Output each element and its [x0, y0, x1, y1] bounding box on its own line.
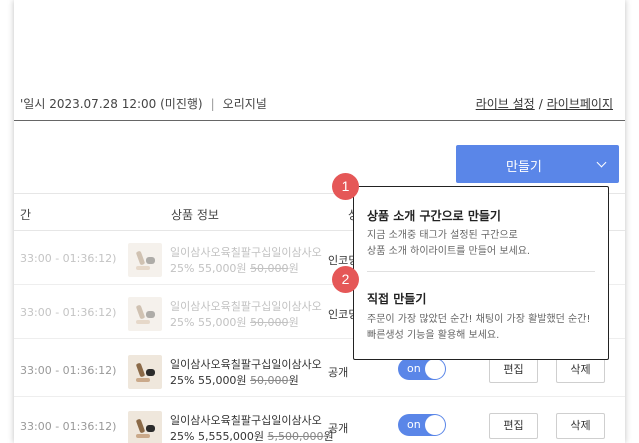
links-separator: /	[538, 97, 543, 111]
broadcast-info: '일시 2023.07.28 12:00 (미진행) | 오리지널	[20, 95, 267, 112]
product-name: 일이삼사오육칠팔구십일이삼사오	[170, 414, 322, 427]
live-detail-panel: '일시 2023.07.28 12:00 (미진행) | 오리지널 라이브 설정 / 라…	[14, 0, 625, 443]
product-price: 25% 5,555,000원 5,500,000원	[170, 430, 334, 443]
section-time: 33:00 - 01:36:12)	[20, 420, 117, 433]
column-header-product: 상품 정보	[171, 208, 219, 222]
toggle-label: on	[407, 418, 421, 431]
make-dropdown-button[interactable]: 만들기	[456, 145, 619, 183]
status-text: 공개	[328, 422, 349, 435]
step-badge-2: 2	[332, 266, 359, 293]
toggle-label: on	[407, 362, 421, 375]
column-header-section: 간	[20, 208, 32, 222]
live-settings-link[interactable]: 라이브 설정	[476, 97, 535, 111]
table-row: 33:00 - 01:36:12) 일이삼사오육칠팔구십일이삼사오 25% 5,…	[14, 398, 625, 443]
option-make-from-product-section[interactable]: 상품 소개 구간으로 만들기 지금 소개중 태그가 설정된 구간으로 상품 소개…	[354, 187, 608, 271]
option-desc-line1: 주문이 가장 많았던 순간! 채팅이 가장 활발했던 순간!	[367, 314, 591, 325]
live-page-link[interactable]: 라이브페이지	[547, 97, 613, 111]
chevron-down-icon	[596, 157, 607, 168]
info-separator: |	[210, 97, 215, 111]
section-time: 33:00 - 01:36:12)	[20, 306, 117, 319]
product-name: 일이삼사오육칠팔구십일이삼사오	[170, 358, 322, 371]
status-text: 공개	[328, 366, 349, 379]
step-badge-1: 1	[332, 173, 359, 200]
product-thumbnail	[128, 243, 162, 277]
visibility-toggle[interactable]: on	[398, 414, 446, 436]
original-price: 50,000	[250, 262, 289, 275]
option-title: 상품 소개 구간으로 만들기	[367, 209, 501, 223]
product-price: 25% 55,000원 50,000원	[170, 374, 299, 387]
make-button-label: 만들기	[506, 160, 542, 175]
product-name: 일이삼사오육칠팔구십일이삼사오	[170, 246, 322, 259]
toggle-knob	[425, 415, 445, 435]
delete-button[interactable]: 삭제	[556, 357, 605, 383]
product-price: 25% 55,000원 50,000원	[170, 316, 299, 329]
product-thumbnail	[128, 355, 162, 389]
product-name: 일이삼사오육칠팔구십일이삼사오	[170, 300, 322, 313]
live-links: 라이브 설정 / 라이브페이지	[476, 95, 613, 112]
original-price: 50,000	[250, 316, 289, 329]
option-title: 직접 만들기	[367, 292, 427, 306]
header-divider	[14, 120, 625, 121]
option-desc-line2: 빠른생성 기능을 활용해 보세요.	[367, 330, 500, 341]
product-price: 25% 55,000원 50,000원	[170, 262, 299, 275]
edit-button[interactable]: 편집	[489, 413, 538, 439]
visibility-toggle[interactable]: on	[398, 358, 446, 380]
original-price: 5,500,000	[267, 430, 324, 443]
make-options-dropdown: 상품 소개 구간으로 만들기 지금 소개중 태그가 설정된 구간으로 상품 소개…	[353, 186, 609, 360]
product-thumbnail	[128, 297, 162, 331]
option-desc-line2: 상품 소개 하이라이트를 만들어 보세요.	[367, 246, 531, 257]
option-make-manually[interactable]: 직접 만들기 주문이 가장 많았던 순간! 채팅이 가장 활발했던 순간! 빠른…	[354, 272, 608, 358]
original-price: 50,000	[250, 374, 289, 387]
delete-button[interactable]: 삭제	[556, 413, 605, 439]
toggle-knob	[425, 359, 445, 379]
broadcast-type: 오리지널	[222, 97, 267, 111]
section-time: 33:00 - 01:36:12)	[20, 364, 117, 377]
product-thumbnail	[128, 411, 162, 443]
option-desc-line1: 지금 소개중 태그가 설정된 구간으로	[367, 230, 518, 241]
broadcast-datetime: '일시 2023.07.28 12:00 (미진행)	[20, 97, 203, 111]
edit-button[interactable]: 편집	[489, 357, 538, 383]
section-time: 33:00 - 01:36:12)	[20, 252, 117, 265]
